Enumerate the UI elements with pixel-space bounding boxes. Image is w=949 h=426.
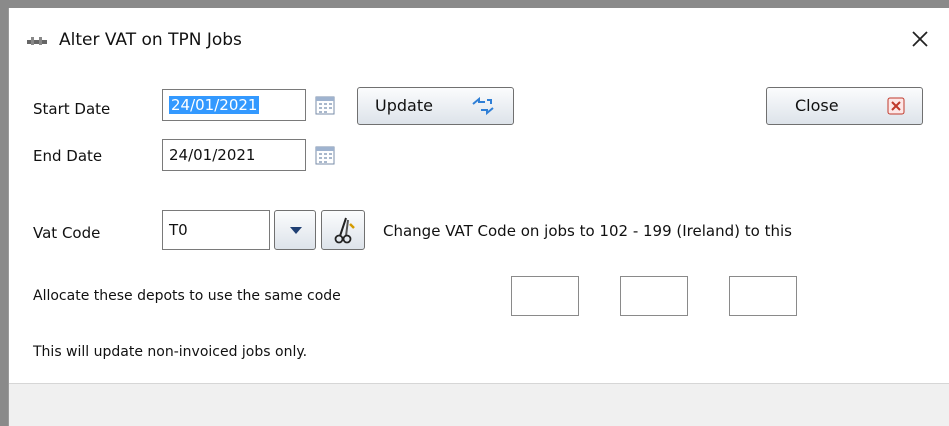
update-note: This will update non-invoiced jobs only. [33,344,308,360]
depot-input-3[interactable] [729,276,797,316]
depot-input-2[interactable] [620,276,688,316]
update-button-label: Update [375,96,433,115]
app-icon [27,37,47,45]
window-title: Alter VAT on TPN Jobs [59,30,242,50]
chevron-down-icon [290,227,302,234]
close-button-label: Close [795,96,839,115]
start-date-label: Start Date [33,100,111,118]
update-button[interactable]: Update [357,87,514,125]
start-date-calendar-icon[interactable] [314,94,336,116]
vat-code-clear-button[interactable] [321,210,365,250]
vat-code-description: Change VAT Code on jobs to 102 - 199 (Ir… [383,222,792,240]
dialog-footer [9,383,949,426]
start-date-value: 24/01/2021 [169,96,260,114]
end-date-value: 24/01/2021 [169,146,256,164]
update-refresh-icon [472,96,494,116]
vat-code-label: Vat Code [33,224,101,242]
allocate-depots-label: Allocate these depots to use the same co… [33,288,341,304]
depot-input-1[interactable] [511,276,579,316]
end-date-calendar-icon[interactable] [314,144,336,166]
vat-code-input[interactable]: T0 [162,210,270,250]
window-close-icon[interactable] [905,24,935,54]
title-bar: Alter VAT on TPN Jobs [9,8,949,70]
scissors-icon [334,217,355,244]
dialog-window: Alter VAT on TPN Jobs Start Date 24/01/2… [8,8,949,426]
end-date-label: End Date [33,147,103,165]
close-red-x-icon [887,97,905,115]
close-button[interactable]: Close [766,87,923,125]
start-date-input[interactable]: 24/01/2021 [162,89,306,121]
vat-code-dropdown-button[interactable] [274,210,316,250]
vat-code-value: T0 [169,221,188,239]
end-date-input[interactable]: 24/01/2021 [162,139,306,171]
